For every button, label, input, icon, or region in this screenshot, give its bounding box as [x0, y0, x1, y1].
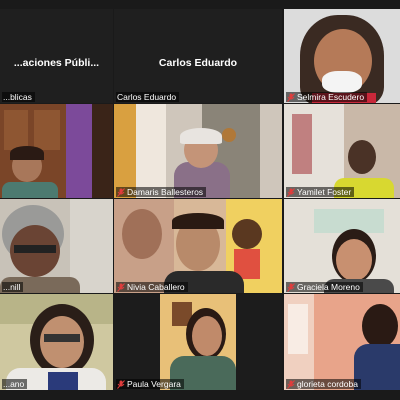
participant-name-label: Selmira Escudero — [286, 92, 368, 102]
muted-mic-icon — [287, 187, 295, 197]
participant-name-label: Carlos Eduardo — [116, 92, 180, 102]
muted-mic-icon — [287, 282, 295, 292]
video-tile-2[interactable]: Carlos Eduardo Carlos Eduardo — [114, 9, 282, 103]
participant-name-label: Damaris Ballesteros — [116, 187, 207, 197]
participant-name-label: Nivia Caballero — [116, 282, 188, 292]
participant-name-label: ...ano — [2, 379, 28, 389]
participant-name-label: ...nill — [2, 282, 24, 292]
participant-center-name: Carlos Eduardo — [158, 57, 238, 69]
participant-name-label: Paula Vergara — [116, 379, 184, 389]
participant-name-label: ...blicas — [2, 92, 35, 102]
participant-name-label: glorieta cordoba — [286, 379, 361, 389]
video-tile-5[interactable]: Damaris Ballesteros — [114, 104, 282, 198]
video-tile-4[interactable] — [0, 104, 113, 198]
video-tile-10[interactable]: ...ano — [0, 294, 113, 390]
video-tile-12[interactable]: glorieta cordoba — [284, 294, 400, 390]
video-tile-8[interactable]: Nivia Caballero — [114, 199, 282, 293]
muted-mic-icon — [117, 379, 125, 389]
muted-mic-icon — [117, 282, 125, 292]
participant-name-label: Yamilet Foster — [286, 187, 355, 197]
video-tile-9[interactable]: Graciela Moreno — [284, 199, 400, 293]
video-tile-1[interactable]: ...aciones Públi... ...blicas — [0, 9, 113, 103]
video-tile-3[interactable]: Selmira Escudero — [284, 9, 400, 103]
video-tile-6[interactable]: Yamilet Foster — [284, 104, 400, 198]
video-tile-11[interactable]: Paula Vergara — [114, 294, 282, 390]
muted-mic-icon — [287, 92, 295, 102]
participant-name-label: Graciela Moreno — [286, 282, 363, 292]
participant-center-name: ...aciones Públi... — [13, 57, 100, 69]
video-tile-7[interactable]: ...nill — [0, 199, 113, 293]
muted-mic-icon — [117, 187, 125, 197]
muted-mic-icon — [287, 379, 295, 389]
